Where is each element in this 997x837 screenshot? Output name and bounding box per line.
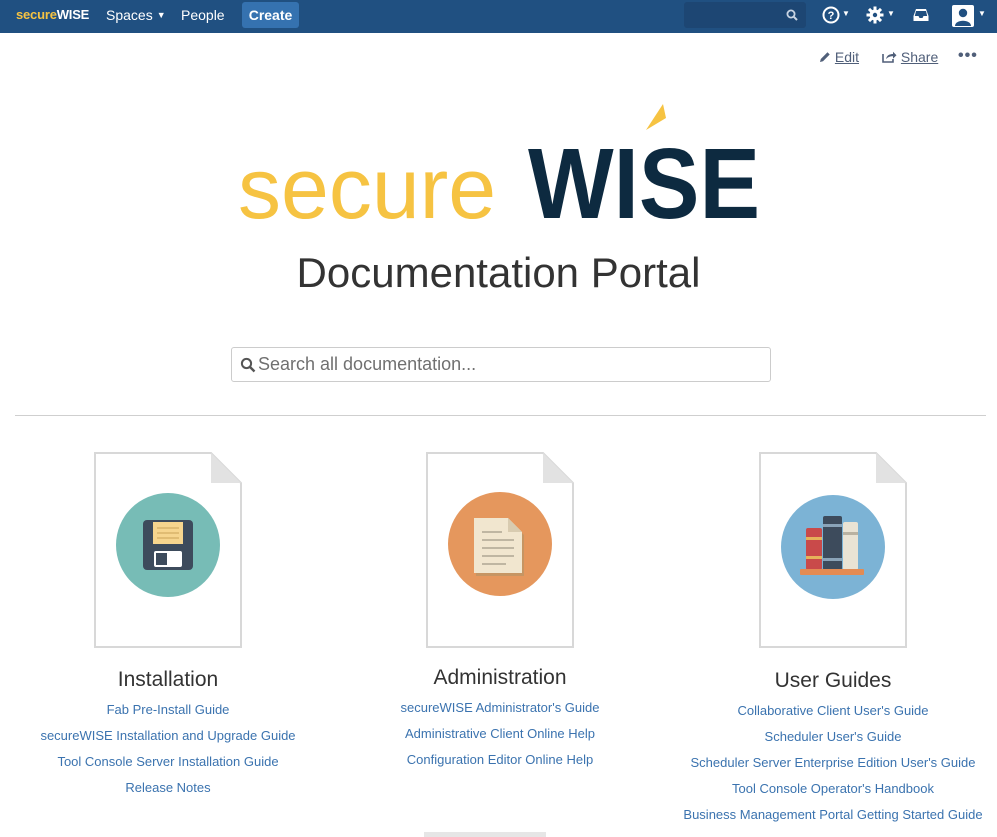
nav-search-input[interactable] xyxy=(684,2,806,28)
edit-label: Edit xyxy=(834,49,860,65)
people-link[interactable]: People xyxy=(181,7,225,23)
administration-link[interactable]: secureWISE Administrator's Guide xyxy=(340,700,660,715)
administration-link[interactable]: Configuration Editor Online Help xyxy=(340,752,660,767)
installation-link[interactable]: Fab Pre-Install Guide xyxy=(8,702,328,717)
chevron-down-icon: ▼ xyxy=(887,9,895,18)
help-icon: ? xyxy=(822,6,840,24)
user-profile-menu[interactable]: ▼ xyxy=(952,5,988,27)
user-guides-link[interactable]: Scheduler User's Guide xyxy=(673,729,993,744)
inbox-icon xyxy=(913,9,929,21)
spaces-menu[interactable]: Spaces ▼ xyxy=(106,7,166,23)
user-guides-link[interactable]: Business Management Portal Getting Start… xyxy=(673,807,993,822)
user-guides-column-title: User Guides xyxy=(774,669,892,692)
document-icon xyxy=(474,518,524,576)
chevron-down-icon: ▼ xyxy=(842,9,850,18)
user-guides-page-graphic[interactable] xyxy=(759,452,907,648)
securewise-logo: secure WISE xyxy=(238,104,760,230)
documentation-search-input[interactable] xyxy=(258,348,758,381)
help-menu[interactable]: ? ▼ xyxy=(822,5,852,27)
user-avatar-icon xyxy=(952,5,974,27)
brand-suffix: WISE xyxy=(56,7,90,22)
documentation-search-box[interactable] xyxy=(231,347,771,382)
search-icon xyxy=(240,357,256,373)
create-button[interactable]: Create xyxy=(242,2,299,28)
administration-page-graphic[interactable] xyxy=(426,452,574,648)
top-navigation-bar: secureWISE Spaces ▼ People Create ? ▼ ▼ … xyxy=(0,0,997,33)
share-page-button[interactable]: Share xyxy=(882,49,938,65)
gear-icon xyxy=(866,6,884,24)
share-label: Share xyxy=(900,49,939,65)
user-guides-link[interactable]: Scheduler Server Enterprise Edition User… xyxy=(673,755,993,770)
logo-prefix: secure xyxy=(238,141,496,230)
search-icon xyxy=(786,9,798,21)
share-icon xyxy=(882,51,897,63)
more-actions-button[interactable]: ••• xyxy=(958,47,978,65)
spaces-menu-label: Spaces xyxy=(106,7,153,23)
user-guides-link[interactable]: Collaborative Client User's Guide xyxy=(673,703,993,718)
chevron-down-icon: ▼ xyxy=(156,10,166,20)
section-divider xyxy=(15,415,986,416)
settings-menu[interactable]: ▼ xyxy=(866,5,896,27)
brand-logo[interactable]: secureWISE xyxy=(16,7,89,22)
chevron-down-icon: ▼ xyxy=(978,9,986,18)
installation-link[interactable]: Tool Console Server Installation Guide xyxy=(8,754,328,769)
edit-page-button[interactable]: Edit xyxy=(819,49,859,65)
installation-link[interactable]: Release Notes xyxy=(8,780,328,795)
user-guides-link[interactable]: Tool Console Operator's Handbook xyxy=(673,781,993,796)
svg-text:?: ? xyxy=(828,10,835,22)
installation-page-graphic[interactable] xyxy=(94,452,242,648)
pencil-icon xyxy=(820,52,830,62)
brand-prefix: secure xyxy=(16,7,57,22)
logo-accent-mark xyxy=(646,104,666,130)
page-title: Documentation Portal xyxy=(296,249,701,296)
footer-edge xyxy=(424,832,546,837)
notifications-button[interactable] xyxy=(913,5,933,27)
administration-column-title: Administration xyxy=(433,666,567,689)
floppy-disk-icon xyxy=(143,520,193,570)
administration-link[interactable]: Administrative Client Online Help xyxy=(340,726,660,741)
installation-column-title: Installation xyxy=(117,668,219,691)
logo-suffix: WISE xyxy=(528,128,760,230)
installation-link[interactable]: secureWISE Installation and Upgrade Guid… xyxy=(8,728,328,743)
